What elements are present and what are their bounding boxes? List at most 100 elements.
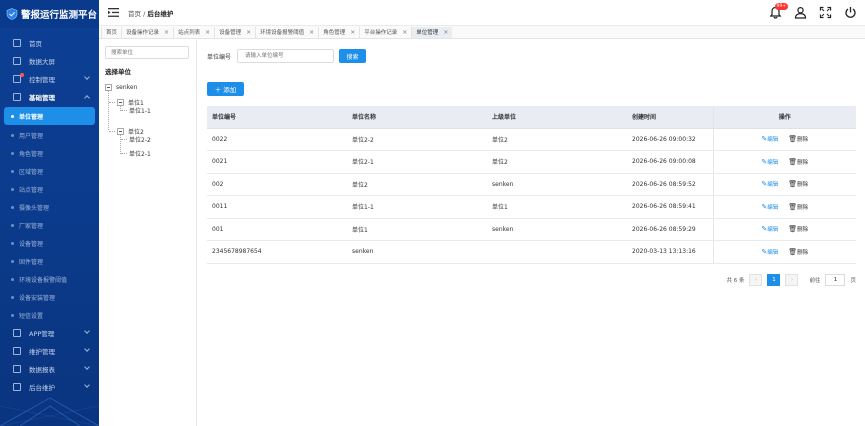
close-icon[interactable]: × [164, 29, 169, 36]
sidebar-item[interactable]: 数据大屏 [0, 52, 99, 70]
tab-tag[interactable]: 设备管理 × [214, 26, 255, 38]
sidebar-item[interactable]: 控制管理 [0, 70, 99, 88]
tree-node-root[interactable]: senken [105, 80, 137, 94]
tab-tag[interactable]: 单位管理 × [411, 26, 453, 38]
close-icon[interactable]: × [246, 29, 251, 36]
sidebar-sub-item[interactable]: 设备管理 [0, 234, 99, 252]
user-icon[interactable] [794, 6, 807, 19]
close-icon[interactable]: × [205, 29, 210, 36]
bullet-icon [11, 259, 14, 263]
bullet-icon [11, 295, 14, 299]
trash-icon: 🗑 [788, 202, 798, 211]
close-icon[interactable]: × [402, 29, 407, 36]
cell-name: 单位1-1 [347, 195, 487, 219]
page-number[interactable]: 1 [767, 274, 781, 286]
trash-icon: 🗑 [788, 180, 798, 189]
tab-tag[interactable]: 环境设备报警阈值 × [255, 26, 318, 38]
prev-page-button[interactable]: ‹ [749, 274, 763, 286]
edit-button[interactable]: ✎编辑 [761, 203, 778, 211]
cell-code: 0021 [207, 150, 347, 174]
report-icon [13, 365, 21, 373]
sidebar-item[interactable]: 维护管理 [0, 342, 99, 360]
tree-node[interactable]: 单位2-1 [129, 146, 151, 160]
home-icon [13, 39, 21, 47]
tree-search-input[interactable] [105, 46, 189, 59]
cell-created: 2026-06-26 08:59:41 [627, 195, 713, 219]
collapse-icon[interactable] [117, 127, 124, 135]
cell-created: 2020-03-13 13:13:16 [627, 240, 713, 264]
close-icon[interactable]: × [443, 29, 448, 36]
delete-button[interactable]: 🗑删除 [788, 248, 808, 256]
close-icon[interactable]: × [350, 29, 355, 36]
close-icon[interactable]: × [309, 29, 314, 36]
menu-fold-icon[interactable] [108, 8, 119, 17]
tab-tag[interactable]: 平台操作记录 × [359, 26, 411, 38]
tree-node[interactable]: 单位1-1 [129, 103, 151, 117]
sidebar-sub-item[interactable]: 站点管理 [0, 180, 99, 198]
edit-button[interactable]: ✎编辑 [761, 180, 778, 188]
sidebar-item[interactable]: 基础管理 [0, 88, 99, 106]
sidebar-sub-item[interactable]: 区域管理 [0, 162, 99, 180]
search-button[interactable]: 搜索 [339, 49, 367, 63]
edit-button[interactable]: ✎编辑 [761, 225, 778, 233]
goto-page-input[interactable]: 1 [825, 274, 846, 286]
top-header: 首页 / 后台维护 99+ [99, 0, 865, 26]
bullet-icon [11, 277, 14, 281]
sidebar: 警报运行监测平台 首页 数据大屏 控制管理 基础管理 单位管理 用户管理 角色管… [0, 0, 99, 426]
tab-tag[interactable]: 站点列表 × [173, 26, 214, 38]
unit-table: 单位编号 单位名称 上级单位 创建时间 操作 0022 单位2-2 单位2 20… [207, 106, 856, 264]
cell-actions: ✎编辑 🗑删除 [712, 195, 856, 219]
cell-parent: senken [487, 218, 627, 241]
cell-created: 2026-06-26 09:00:32 [627, 128, 713, 151]
cell-code: 0011 [207, 195, 347, 219]
sidebar-item[interactable]: 首页 [0, 34, 99, 52]
chevron-icon [84, 346, 90, 352]
sidebar-item[interactable]: 数据报表 [0, 360, 99, 378]
sidebar-sub-item[interactable]: 用户管理 [0, 126, 99, 144]
tab-tag[interactable]: 首页 [101, 26, 121, 38]
next-page-button[interactable]: › [785, 274, 799, 286]
breadcrumb-home[interactable]: 首页 [128, 10, 141, 18]
main-content: 单位编号 搜索 ＋ 添加 单位编号 单位名称 上级单位 创建时间 操作 0022… [198, 40, 865, 426]
table-row: 0011 单位1-1 单位1 2026-06-26 08:59:41 ✎编辑 🗑… [207, 195, 856, 219]
sidebar-sub-item[interactable]: 固件管理 [0, 252, 99, 270]
page-unit: 页 [850, 278, 856, 284]
notification-bell-icon[interactable]: 99+ [769, 3, 788, 19]
table-header-row: 单位编号 单位名称 上级单位 创建时间 操作 [207, 106, 856, 129]
sidebar-sub-item[interactable]: 单位管理 [4, 107, 95, 125]
shield-logo-icon [6, 8, 18, 20]
table-row: 0021 单位2-1 单位2 2026-06-26 09:00:08 ✎编辑 🗑… [207, 150, 856, 174]
sidebar-sub-item[interactable]: 角色管理 [0, 144, 99, 162]
chevron-icon [84, 74, 90, 80]
cell-parent [487, 240, 627, 264]
unit-code-input[interactable] [237, 49, 335, 63]
sidebar-sub-item[interactable]: 摄像头管理 [0, 198, 99, 216]
collapse-icon[interactable] [105, 83, 112, 91]
table-row: 001 单位1 senken 2026-06-26 08:59:29 ✎编辑 🗑… [207, 218, 856, 241]
delete-button[interactable]: 🗑删除 [788, 135, 808, 143]
delete-button[interactable]: 🗑删除 [788, 158, 808, 166]
delete-button[interactable]: 🗑删除 [788, 180, 808, 189]
bullet-icon [11, 114, 14, 118]
add-button[interactable]: ＋ 添加 [207, 82, 244, 96]
tab-tag[interactable]: 设备操作记录 × [121, 26, 173, 38]
edit-button[interactable]: ✎编辑 [761, 158, 778, 166]
sidebar-item[interactable]: APP管理 [0, 324, 99, 342]
delete-button[interactable]: 🗑删除 [788, 202, 808, 211]
power-icon[interactable] [844, 6, 857, 19]
collapse-icon[interactable] [117, 98, 124, 106]
delete-button[interactable]: 🗑删除 [788, 225, 808, 233]
edit-button[interactable]: ✎编辑 [761, 135, 778, 143]
cell-created: 2026-06-26 08:59:29 [627, 218, 713, 241]
tab-tag[interactable]: 角色管理 × [318, 26, 359, 38]
sidebar-sub-item[interactable]: 设备安装管理 [0, 288, 99, 306]
sidebar-item[interactable]: 后台维护 [0, 378, 99, 396]
edit-button[interactable]: ✎编辑 [761, 248, 778, 256]
tree-node[interactable]: 单位2-2 [129, 132, 151, 146]
sidebar-sub-item[interactable]: 环境设备报警阈值 [0, 270, 99, 288]
fullscreen-icon[interactable] [819, 6, 832, 19]
sidebar-sub-item[interactable]: 厂家管理 [0, 216, 99, 234]
sidebar-sub-item[interactable]: 短信设置 [0, 306, 99, 324]
cell-actions: ✎编辑 🗑删除 [712, 173, 856, 196]
chevron-icon [84, 382, 90, 388]
